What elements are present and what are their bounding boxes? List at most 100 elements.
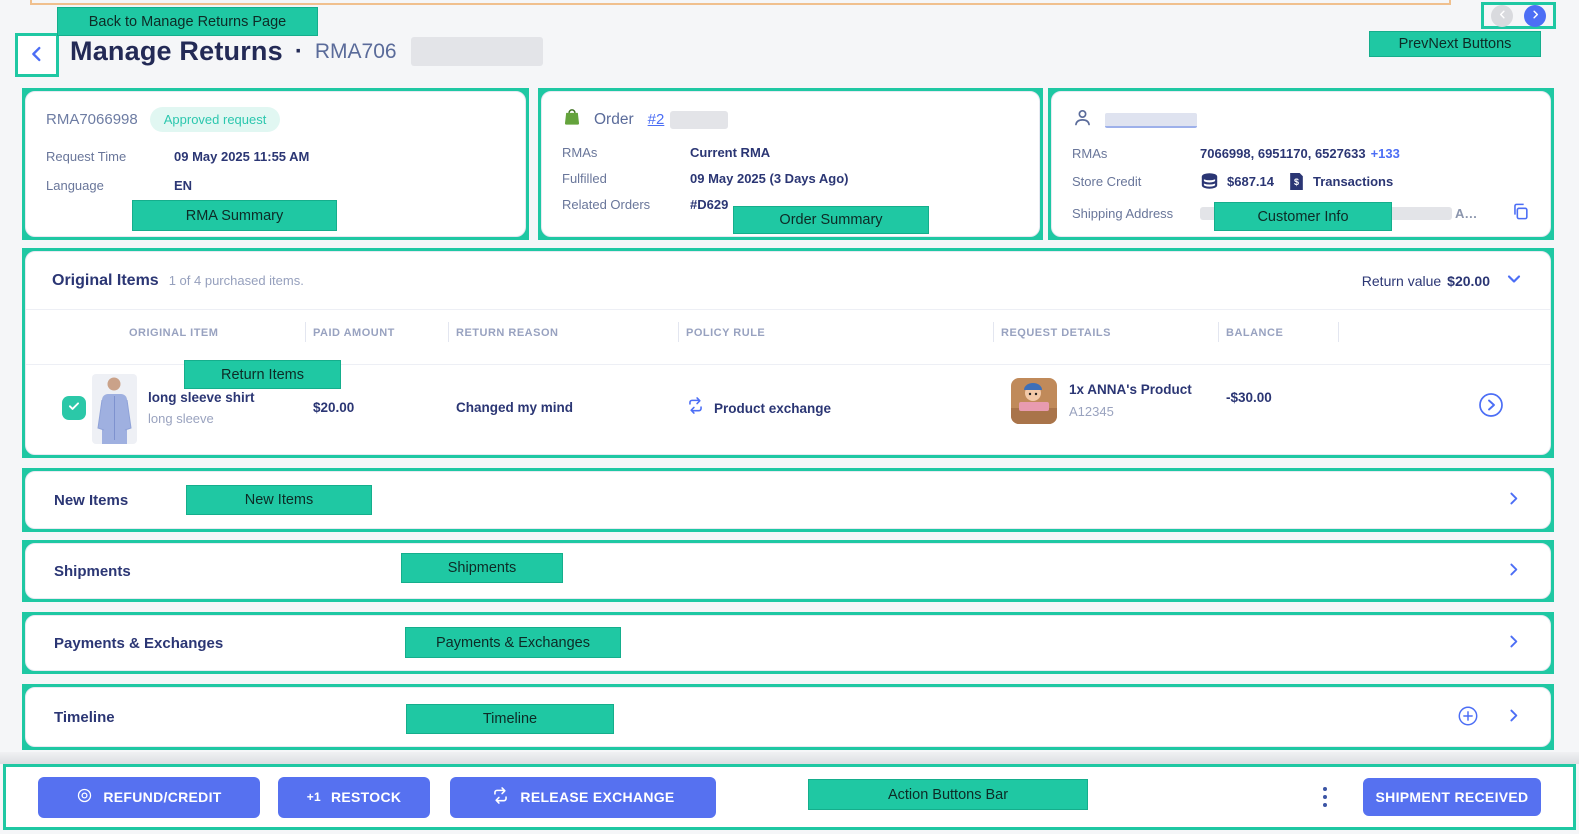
column-policy-rule: POLICY RULE [686, 327, 766, 339]
next-rma-button[interactable] [1524, 4, 1546, 27]
column-divider [678, 322, 679, 342]
chevron-right-icon [1505, 633, 1522, 653]
shipment-button-label: SHIPMENT RECEIVED [1375, 789, 1529, 805]
annotation-return-items: Return Items [184, 360, 341, 389]
restock-button[interactable]: +1 RESTOCK [278, 776, 430, 818]
manage-returns-page: Back to Manage Returns Page PrevNext But… [0, 0, 1579, 834]
prevnext-annotation-box [1481, 2, 1556, 29]
refund-button-label: REFUND/CREDIT [103, 789, 222, 805]
expand-shipments-button[interactable] [1505, 561, 1522, 581]
shipment-received-button[interactable]: SHIPMENT RECEIVED [1363, 778, 1541, 816]
payments-annotation-box: Payments & Exchanges Payments & Exchange… [22, 612, 1554, 674]
return-value-label: Return value [1361, 272, 1442, 289]
chevron-right-icon [1505, 707, 1522, 727]
chevron-right-icon [1505, 561, 1522, 581]
title-separator: · [294, 37, 303, 65]
annotation-shipments: Shipments [401, 553, 563, 583]
customer-rmas-label: RMAs [1072, 146, 1108, 161]
original-items-section: Original Items 1 of 4 purchased items. R… [25, 251, 1551, 455]
new-items-annotation-box: New Items New Items [22, 468, 1554, 532]
item-variant: long sleeve [148, 411, 214, 426]
request-item-name: 1x ANNA's Product [1069, 382, 1192, 397]
order-card-title: Order [594, 110, 634, 128]
column-request-details: REQUEST DETAILS [1001, 327, 1111, 339]
more-rmas-link[interactable]: +133 [1371, 146, 1400, 161]
original-items-subtitle: 1 of 4 purchased items. [168, 273, 304, 288]
request-time-label: Request Time [46, 149, 127, 164]
release-exchange-button[interactable]: RELEASE EXCHANGE [450, 776, 716, 818]
column-divider [1218, 322, 1219, 342]
section-payments-exchanges[interactable]: Payments & Exchanges [25, 615, 1551, 671]
release-button-label: RELEASE EXCHANGE [520, 789, 675, 805]
back-button[interactable] [18, 36, 56, 74]
column-return-reason: RETURN REASON [456, 327, 559, 339]
language-value: EN [174, 178, 193, 193]
add-timeline-entry-button[interactable] [1457, 705, 1479, 730]
refund-credit-button[interactable]: REFUND/CREDIT [38, 776, 260, 818]
customer-name-link[interactable] [1105, 112, 1197, 128]
annotation-rma-summary: RMA Summary [132, 200, 337, 231]
copy-icon [1511, 202, 1530, 224]
column-balance: BALANCE [1226, 327, 1284, 339]
fulfilled-value: 09 May 2025 (3 Days Ago) [690, 171, 849, 186]
original-items-title: Original Items [52, 271, 159, 289]
rma-id-redaction [410, 37, 543, 66]
language-label: Language [46, 178, 104, 193]
transactions-link[interactable]: Transactions [1313, 174, 1393, 189]
annotation-new-items: New Items [186, 485, 372, 515]
shipments-title: Shipments [54, 562, 131, 580]
section-timeline[interactable]: Timeline [25, 687, 1551, 747]
chevron-right-icon [1505, 490, 1522, 510]
previous-rma-button[interactable] [1491, 4, 1513, 27]
item-details-button[interactable] [1478, 392, 1504, 418]
column-original-item: ORIGINAL ITEM [129, 327, 219, 339]
receipt-icon: $ [1288, 172, 1305, 191]
action-buttons-bar: REFUND/CREDIT +1 RESTOCK RELEASE EXCHANG… [6, 767, 1573, 827]
shop-bag-icon [562, 107, 582, 132]
request-time-value: 09 May 2025 11:55 AM [174, 149, 310, 164]
shipping-address-label: Shipping Address [1072, 205, 1174, 221]
rma-id-partial: RMA706 [314, 39, 397, 63]
annotation-order-summary: Order Summary [733, 206, 929, 234]
expand-timeline-button[interactable] [1505, 707, 1522, 727]
dot-icon [1323, 787, 1327, 791]
page-title: Manage Returns [70, 36, 283, 66]
dot-icon [1323, 803, 1327, 807]
customer-rmas-value: 7066998, 6951170, 6527633 [1200, 146, 1366, 161]
annotation-orange-line [30, 0, 1451, 5]
paid-amount-value: $20.00 [313, 400, 355, 415]
collapse-original-items-button[interactable] [1504, 269, 1524, 292]
restock-button-label: RESTOCK [331, 789, 402, 805]
status-badge: Approved request [149, 107, 281, 132]
order-rmas-value: Current RMA [690, 145, 771, 160]
item-checkbox[interactable] [62, 396, 86, 420]
plus-circle-icon [1457, 705, 1479, 730]
customer-info-annotation-box: RMAs 7066998, 6951170, 6527633 +133 Stor… [1048, 88, 1554, 240]
column-divider [1338, 322, 1339, 342]
expand-payments-button[interactable] [1505, 633, 1522, 653]
item-name: long sleeve shirt [148, 390, 255, 405]
back-button-annotation-box [15, 33, 59, 77]
chevron-down-icon [1504, 269, 1524, 292]
product-image [92, 374, 137, 444]
restock-icon: +1 [306, 790, 321, 804]
exchange-icon [491, 786, 510, 808]
timeline-annotation-box: Timeline Timeline [22, 684, 1554, 750]
column-paid-amount: PAID AMOUNT [313, 327, 395, 339]
copy-address-button[interactable] [1511, 202, 1530, 224]
shipments-annotation-box: Shipments Shipments [22, 540, 1554, 602]
section-shipments[interactable]: Shipments [25, 543, 1551, 599]
order-link[interactable]: #2 [648, 111, 665, 128]
more-actions-button[interactable] [1317, 781, 1333, 813]
order-summary-annotation-box: Order #2 RMAs Current RMA Fulfilled 09 M… [538, 88, 1043, 240]
expand-new-items-button[interactable] [1505, 490, 1522, 510]
refund-icon [76, 787, 93, 807]
request-item-sku: A12345 [1069, 404, 1114, 419]
fulfilled-label: Fulfilled [562, 171, 607, 186]
payments-title: Payments & Exchanges [54, 634, 224, 652]
new-items-title: New Items [54, 491, 129, 509]
chevron-right-icon [1530, 8, 1541, 23]
exchange-product-image [1011, 378, 1057, 424]
rma-summary-annotation-box: RMA7066998 Approved request Request Time… [22, 88, 529, 240]
svg-text:$: $ [1294, 177, 1299, 187]
